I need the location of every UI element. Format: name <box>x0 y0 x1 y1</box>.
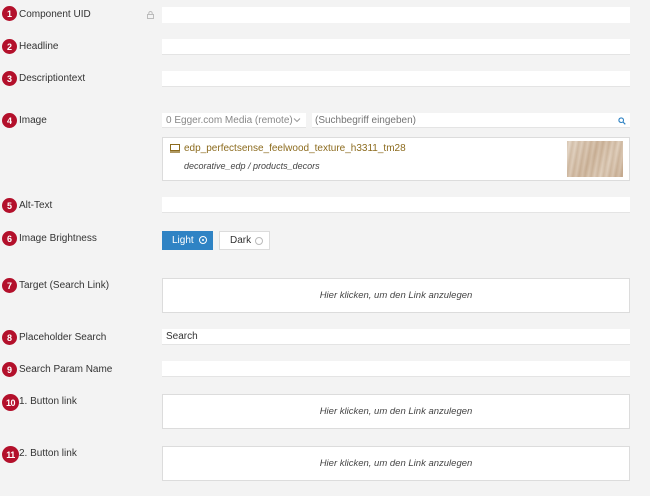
brightness-dark-option[interactable]: Dark <box>219 231 270 250</box>
field-number-badge: 7 <box>2 278 17 293</box>
media-thumbnail <box>567 141 623 177</box>
field-number-badge: 10 <box>2 394 19 411</box>
field-number-badge: 9 <box>2 362 17 377</box>
media-title[interactable]: edp_perfectsense_feelwood_texture_h3311_… <box>184 143 406 154</box>
brightness-light-option[interactable]: Light <box>162 231 213 250</box>
headline-input[interactable] <box>162 39 630 55</box>
field-number-badge: 8 <box>2 330 17 345</box>
alt-text-input[interactable] <box>162 197 630 213</box>
placeholder-search-value: Search <box>166 331 198 342</box>
media-source-value: 0 Egger.com Media (remote) <box>166 115 293 126</box>
target-search-link-box[interactable]: Hier klicken, um den Link anzulegen <box>162 278 630 313</box>
link-placeholder-text: Hier klicken, um den Link anzulegen <box>319 458 473 469</box>
placeholder-search-input[interactable]: Search <box>162 329 630 345</box>
brightness-light-label: Light <box>172 235 194 246</box>
search-icon[interactable] <box>618 117 626 125</box>
field-number-badge: 3 <box>2 71 17 86</box>
field-label-image: Image <box>19 115 47 126</box>
chevron-down-icon <box>293 118 301 123</box>
field-label-component-uid: Component UID <box>19 9 91 20</box>
field-label-descriptiontext: Descriptiontext <box>19 73 86 84</box>
field-label-button-link-2: 2. Button link <box>19 448 77 459</box>
media-image-icon <box>170 144 180 153</box>
button-link-1-box[interactable]: Hier klicken, um den Link anzulegen <box>162 394 630 429</box>
media-path: decorative_edp / products_decors <box>184 161 320 171</box>
field-number-badge: 1 <box>2 6 17 21</box>
field-label-button-link-1: 1. Button link <box>19 396 77 407</box>
media-search-input[interactable] <box>312 113 630 128</box>
link-placeholder-text: Hier klicken, um den Link anzulegen <box>319 290 473 301</box>
field-label-placeholder-search: Placeholder Search <box>19 332 107 343</box>
lock-icon <box>147 11 154 19</box>
component-uid-input[interactable] <box>162 7 630 23</box>
button-link-2-box[interactable]: Hier klicken, um den Link anzulegen <box>162 446 630 481</box>
radio-selected-icon <box>199 236 207 244</box>
brightness-dark-label: Dark <box>230 235 252 246</box>
radio-unselected-icon <box>255 237 263 245</box>
field-label-target-search-link: Target (Search Link) <box>19 280 110 291</box>
selected-media-card[interactable]: edp_perfectsense_feelwood_texture_h3311_… <box>162 137 630 181</box>
field-number-badge: 4 <box>2 113 17 128</box>
field-number-badge: 6 <box>2 231 17 246</box>
field-label-search-param-name: Search Param Name <box>19 364 113 375</box>
descriptiontext-input[interactable] <box>162 71 630 87</box>
field-number-badge: 5 <box>2 198 17 213</box>
field-label-image-brightness: Image Brightness <box>19 233 97 244</box>
field-number-badge: 11 <box>2 446 19 463</box>
field-label-headline: Headline <box>19 41 59 52</box>
link-placeholder-text: Hier klicken, um den Link anzulegen <box>319 406 473 417</box>
search-param-name-input[interactable] <box>162 361 630 377</box>
field-label-alt-text: Alt-Text <box>19 200 53 211</box>
field-number-badge: 2 <box>2 39 17 54</box>
media-source-select[interactable]: 0 Egger.com Media (remote) <box>162 113 306 128</box>
